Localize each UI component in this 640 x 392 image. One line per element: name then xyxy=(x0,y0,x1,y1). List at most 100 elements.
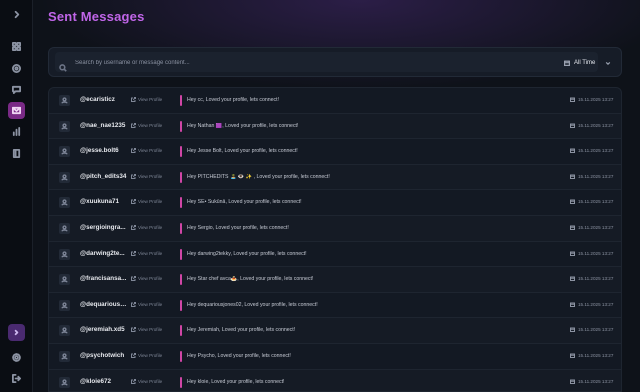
username[interactable]: @psychotwich xyxy=(80,352,127,359)
username[interactable]: @dequariousj... xyxy=(80,301,127,308)
date-text: 15.11.2025 13:27 xyxy=(578,276,614,282)
message-accent-bar xyxy=(180,171,182,183)
username[interactable]: @francisansa... xyxy=(80,275,127,282)
sidebar-item-library[interactable] xyxy=(8,145,25,162)
sidebar-item-analytics[interactable] xyxy=(8,123,25,140)
message-row[interactable]: @darwing2te... View Profile Hey darwing2… xyxy=(49,242,621,268)
view-profile-label: View Profile xyxy=(138,148,163,154)
username[interactable]: @nae_nae1235 xyxy=(80,122,127,129)
calendar-icon xyxy=(570,199,575,205)
user-icon xyxy=(61,327,68,334)
message-row[interactable]: @kloie672 View Profile Hey kloie, Loved … xyxy=(49,369,621,391)
calendar-icon xyxy=(570,174,575,179)
view-profile-link[interactable]: View Profile xyxy=(131,199,163,205)
page-title: Sent Messages xyxy=(48,9,145,24)
user-icon xyxy=(61,122,68,130)
message-row[interactable]: @sergioingra... View Profile Hey Sergio,… xyxy=(49,215,621,242)
view-profile-link[interactable]: View Profile xyxy=(131,352,162,358)
sidebar-item-sent-messages[interactable] xyxy=(8,102,25,119)
username[interactable]: @ecaristicz xyxy=(80,96,127,103)
message-row[interactable]: @xuukuna71 View Profile Hey SE• Sukūnā, … xyxy=(49,190,621,216)
calendar-icon xyxy=(564,60,570,66)
view-profile-link[interactable]: View Profile xyxy=(131,378,162,384)
view-profile-link[interactable]: View Profile xyxy=(131,276,163,282)
view-profile-label: View Profile xyxy=(138,301,163,307)
message-row[interactable]: @jeremiah.xd5 View Profile Hey Jeremiah,… xyxy=(49,318,621,344)
chevron-down-icon xyxy=(606,61,611,65)
message-date: 15.11.2025 13:27 xyxy=(570,123,613,128)
avatar xyxy=(59,197,70,209)
profile-button[interactable] xyxy=(8,324,25,341)
external-link-icon xyxy=(131,173,136,179)
username[interactable]: @pitch_edits34 xyxy=(80,173,127,180)
username[interactable]: @jesse.bolt6 xyxy=(80,147,127,154)
time-filter-label: All Time xyxy=(574,59,596,66)
view-profile-label: View Profile xyxy=(138,327,163,333)
external-link-icon xyxy=(131,224,136,230)
avatar xyxy=(59,222,70,234)
sidebar-item-dashboard[interactable] xyxy=(8,38,25,55)
message-row[interactable]: @nae_nae1235 View Profile Hey Nathan 🟪, … xyxy=(49,113,621,140)
username[interactable]: @xuukuna71 xyxy=(80,198,127,205)
user-icon xyxy=(61,174,68,181)
settings-button[interactable] xyxy=(8,349,25,366)
logout-button[interactable] xyxy=(8,370,25,387)
message-text: Hey Jeremiah, Loved your profile, lets c… xyxy=(187,327,296,334)
message-date: 15.11.2025 13:27 xyxy=(570,276,614,282)
message-accent-bar xyxy=(180,120,182,132)
avatar xyxy=(59,171,70,183)
logout-icon xyxy=(12,374,21,383)
expand-sidebar-button[interactable] xyxy=(8,6,25,23)
search-input[interactable] xyxy=(75,57,525,69)
calendar-icon xyxy=(570,225,575,230)
message-row[interactable]: @ecaristicz View Profile Hey cc, Loved y… xyxy=(49,88,621,114)
message-row[interactable]: @pitch_edits34 View Profile Hey PITCHEDI… xyxy=(49,164,621,191)
sidebar-item-discover[interactable] xyxy=(8,60,25,77)
message-accent-bar xyxy=(180,325,182,337)
chevron-right-icon xyxy=(14,10,20,19)
message-text: Hey Sergio, Loved your profile, lets con… xyxy=(187,224,289,231)
user-icon xyxy=(14,329,19,336)
message-accent-bar xyxy=(180,376,182,388)
message-date: 15.11.2025 13:27 xyxy=(570,225,613,230)
message-text: Hey Star chef avca🍝, Loved your profile,… xyxy=(187,276,314,283)
date-text: 15.11.2025 13:27 xyxy=(578,224,614,230)
time-filter-dropdown[interactable]: All Time xyxy=(558,54,614,71)
date-text: 15.11.2025 13:27 xyxy=(578,199,614,205)
message-row[interactable]: @dequariousj... View Profile Hey dequari… xyxy=(49,293,621,319)
view-profile-label: View Profile xyxy=(138,276,163,282)
sidebar-item-messages[interactable] xyxy=(8,81,25,98)
username[interactable]: @kloie672 xyxy=(80,378,127,385)
avatar xyxy=(59,274,70,286)
bar-chart-icon xyxy=(12,127,21,136)
username[interactable]: @sergioingra... xyxy=(80,224,127,231)
username[interactable]: @jeremiah.xd5 xyxy=(80,326,127,333)
view-profile-link[interactable]: View Profile xyxy=(131,224,162,230)
date-text: 15.11.2025 13:27 xyxy=(578,327,614,333)
calendar-icon xyxy=(570,123,575,128)
calendar-icon xyxy=(570,302,575,307)
view-profile-link[interactable]: View Profile xyxy=(131,173,162,179)
avatar xyxy=(59,325,70,337)
calendar-icon xyxy=(570,251,575,256)
message-row[interactable]: @francisansa... View Profile Hey Star ch… xyxy=(49,267,621,293)
view-profile-link[interactable]: View Profile xyxy=(131,250,162,256)
view-profile-link[interactable]: View Profile xyxy=(131,301,163,307)
sent-messages-list: @ecaristicz View Profile Hey cc, Loved y… xyxy=(48,87,622,392)
view-profile-link[interactable]: View Profile xyxy=(131,122,162,128)
book-icon xyxy=(12,149,21,158)
external-link-icon xyxy=(131,378,136,384)
user-icon xyxy=(61,353,68,360)
message-accent-bar xyxy=(180,146,182,158)
external-link-icon xyxy=(131,122,136,128)
message-date: 15.11.2025 13:27 xyxy=(570,148,613,154)
message-row[interactable]: @jesse.bolt6 View Profile Hey Jesse Bolt… xyxy=(49,139,621,165)
view-profile-link[interactable]: View Profile xyxy=(131,97,162,102)
message-text: Hey cc, Loved your profile, lets connect… xyxy=(187,97,279,103)
message-date: 15.11.2025 13:27 xyxy=(570,199,614,205)
view-profile-link[interactable]: View Profile xyxy=(131,148,163,154)
message-row[interactable]: @psychotwich View Profile Hey Psycho, Lo… xyxy=(49,344,621,370)
view-profile-link[interactable]: View Profile xyxy=(131,327,163,333)
username[interactable]: @darwing2te... xyxy=(80,250,127,257)
view-profile-label: View Profile xyxy=(138,199,163,205)
